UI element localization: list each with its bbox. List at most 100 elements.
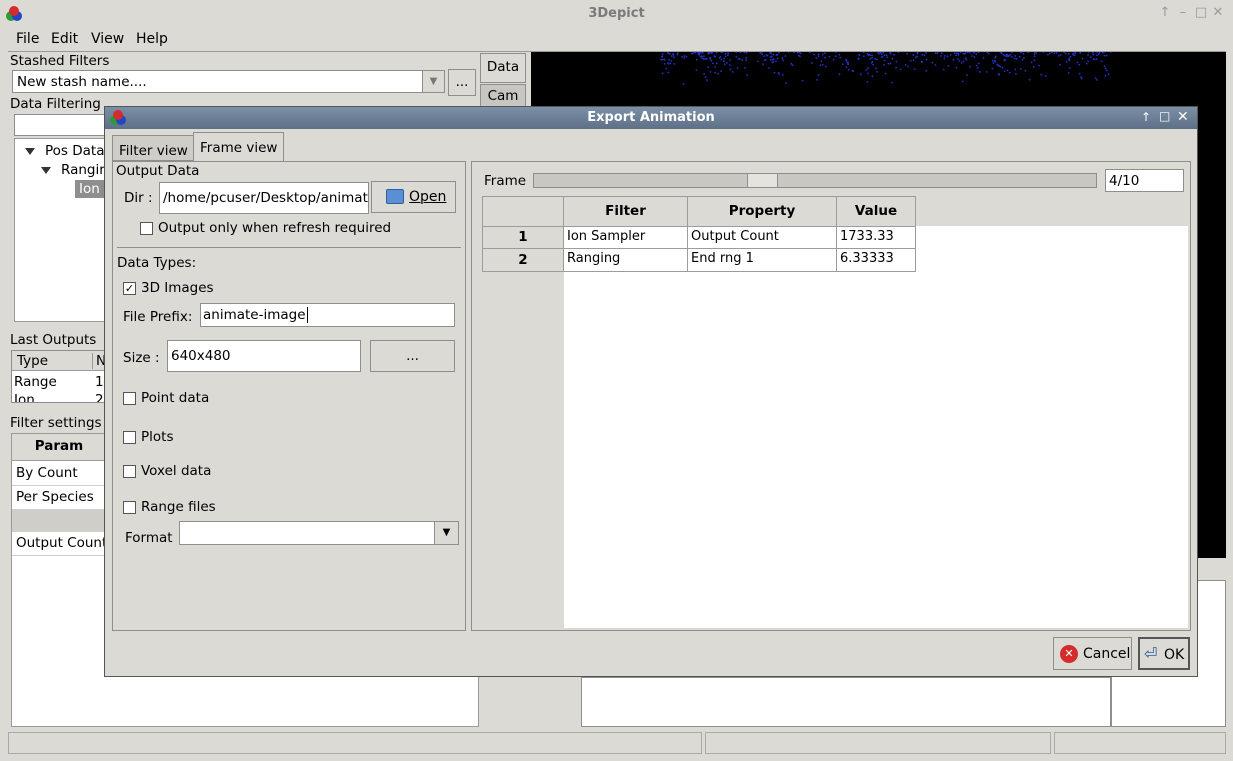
table-body-bg (564, 226, 1188, 628)
data-filtering-label: Data Filtering (10, 96, 101, 112)
param-header[interactable]: Param (12, 434, 107, 461)
outputs-row-n: 1 (95, 374, 104, 390)
row-index[interactable]: 1 (482, 226, 564, 249)
size-field[interactable]: 640x480 (167, 340, 361, 372)
size-label: Size : (123, 350, 160, 366)
stash-more-button[interactable]: ... (448, 69, 476, 96)
status-segment (8, 732, 702, 754)
chevron-down-icon[interactable]: ▼ (422, 71, 444, 92)
frame-table[interactable]: Filter Property Value 1 Ion Sampler Outp… (482, 196, 1188, 628)
outputs-col-type[interactable]: Type (17, 353, 48, 369)
param-row[interactable]: Per Species (12, 486, 107, 510)
outputs-list[interactable]: Type N Range 1 Ion 2 (11, 350, 106, 403)
plot-list-panel[interactable] (581, 677, 1111, 727)
close-icon[interactable]: ✕ (1210, 5, 1226, 21)
col-property[interactable]: Property (687, 196, 837, 227)
table-cell-property[interactable]: End rng 1 (687, 248, 837, 272)
param-row[interactable]: By Count (12, 462, 107, 486)
table-corner (482, 196, 564, 227)
menu-edit[interactable]: Edit (51, 31, 78, 47)
col-filter[interactable]: Filter (563, 196, 688, 227)
frame-field[interactable]: 4/10 (1105, 169, 1184, 192)
file-prefix-label: File Prefix: (123, 309, 193, 325)
cancel-button[interactable]: ✕ Cancel (1053, 637, 1132, 670)
chevron-down-icon[interactable]: ▼ (434, 522, 458, 544)
dir-label: Dir : (124, 190, 153, 206)
point-data-checkbox[interactable] (123, 392, 136, 405)
output-data-label: Output Data (116, 163, 200, 179)
table-cell-filter[interactable]: Ranging (563, 248, 688, 272)
menubar: File Edit View Help (8, 28, 1226, 51)
dir-field[interactable]: /home/pcuser/Desktop/animatic (159, 182, 369, 214)
open-button[interactable]: Open (371, 181, 456, 213)
outputs-row-type[interactable]: Range (14, 374, 57, 390)
status-segment (1054, 732, 1226, 754)
param-row[interactable]: Output Count (12, 532, 107, 556)
tree-ranging[interactable]: Rangir (41, 162, 105, 178)
col-value[interactable]: Value (836, 196, 916, 227)
filter-settings-label: Filter settings (10, 415, 102, 431)
folder-icon (386, 189, 404, 204)
plots-checkbox[interactable] (123, 431, 136, 444)
menu-file[interactable]: File (16, 31, 39, 47)
range-files-checkbox[interactable] (123, 501, 136, 514)
outputs-header: Type N (12, 351, 105, 371)
frame-value: 4/10 (1109, 173, 1140, 189)
data-types-label: Data Types: (117, 255, 197, 271)
refresh-only-checkbox[interactable] (140, 222, 153, 235)
table-cell-filter[interactable]: Ion Sampler (563, 226, 688, 249)
window-title: 3Depict (588, 6, 645, 21)
close-icon[interactable]: ✕ (1177, 109, 1189, 125)
ok-button[interactable]: ⏎ OK (1138, 637, 1190, 670)
row-index[interactable]: 2 (482, 248, 564, 272)
stashed-filters-label: Stashed Filters (10, 53, 110, 69)
minimize-icon[interactable]: – (1175, 5, 1191, 21)
pin-icon[interactable]: ↑ (1157, 5, 1173, 21)
outputs-row-n: 2 (95, 392, 104, 403)
expand-triangle-icon[interactable] (41, 166, 51, 174)
tree-ion[interactable]: Ion (75, 180, 104, 198)
maximize-icon[interactable]: □ (1159, 109, 1170, 123)
plot-side-header (1196, 563, 1226, 581)
frame-view-pane: Frame 4/10 Filter Property Value 1 Ion S… (471, 161, 1191, 631)
stash-name-value: New stash name.... (17, 74, 147, 90)
menu-view[interactable]: View (91, 31, 124, 47)
expand-triangle-icon[interactable] (25, 147, 35, 155)
maximize-icon[interactable]: □ (1193, 5, 1209, 21)
stash-name-combo[interactable]: New stash name.... ▼ (12, 70, 445, 93)
pin-icon[interactable]: ↑ (1141, 110, 1151, 124)
filter-tree[interactable]: Pos Data Rangir Ion (14, 138, 106, 322)
dir-value: /home/pcuser/Desktop/animatic (163, 190, 369, 206)
separator (117, 247, 461, 248)
data-tab-button[interactable]: Data (480, 53, 526, 83)
point-cloud (660, 52, 1112, 85)
plot-panel[interactable] (480, 677, 580, 727)
dialog-titlebar[interactable]: Export Animation ↑ □ ✕ (105, 107, 1197, 129)
cancel-icon: ✕ (1060, 645, 1078, 663)
main-titlebar[interactable]: 3Depict ↑ – □ ✕ (0, 0, 1233, 28)
size-more-button[interactable]: ... (370, 340, 455, 372)
tree-pos-data[interactable]: Pos Data (25, 143, 104, 159)
voxel-data-checkbox[interactable] (123, 465, 136, 478)
table-cell-property[interactable]: Output Count (687, 226, 837, 249)
outputs-row-type[interactable]: Ion (14, 392, 35, 402)
voxel-data-label: Voxel data (141, 463, 212, 479)
frame-slider-thumb[interactable] (747, 173, 778, 188)
enter-icon: ⏎ (1144, 644, 1158, 663)
refresh-only-label: Output only when refresh required (158, 220, 392, 236)
table-cell-value[interactable]: 6.33333 (836, 248, 916, 272)
frame-slider-track[interactable] (533, 173, 1097, 188)
format-combo[interactable]: ▼ (179, 521, 459, 545)
dialog-title: Export Animation (587, 110, 715, 125)
size-value: 640x480 (171, 348, 231, 364)
filter-combo[interactable] (14, 114, 106, 136)
file-prefix-field[interactable]: animate-image (200, 303, 455, 327)
cam-tab-button[interactable]: Cam (480, 84, 526, 108)
tab-filter-view[interactable]: Filter view (112, 135, 195, 161)
table-cell-value[interactable]: 1733.33 (836, 226, 916, 249)
format-label: Format (125, 530, 173, 546)
tab-frame-view[interactable]: Frame view (193, 132, 285, 161)
menu-help[interactable]: Help (136, 31, 168, 47)
output-options-pane: Output Data Dir : /home/pcuser/Desktop/a… (112, 161, 466, 631)
images-checkbox[interactable]: ✓ (123, 282, 136, 295)
